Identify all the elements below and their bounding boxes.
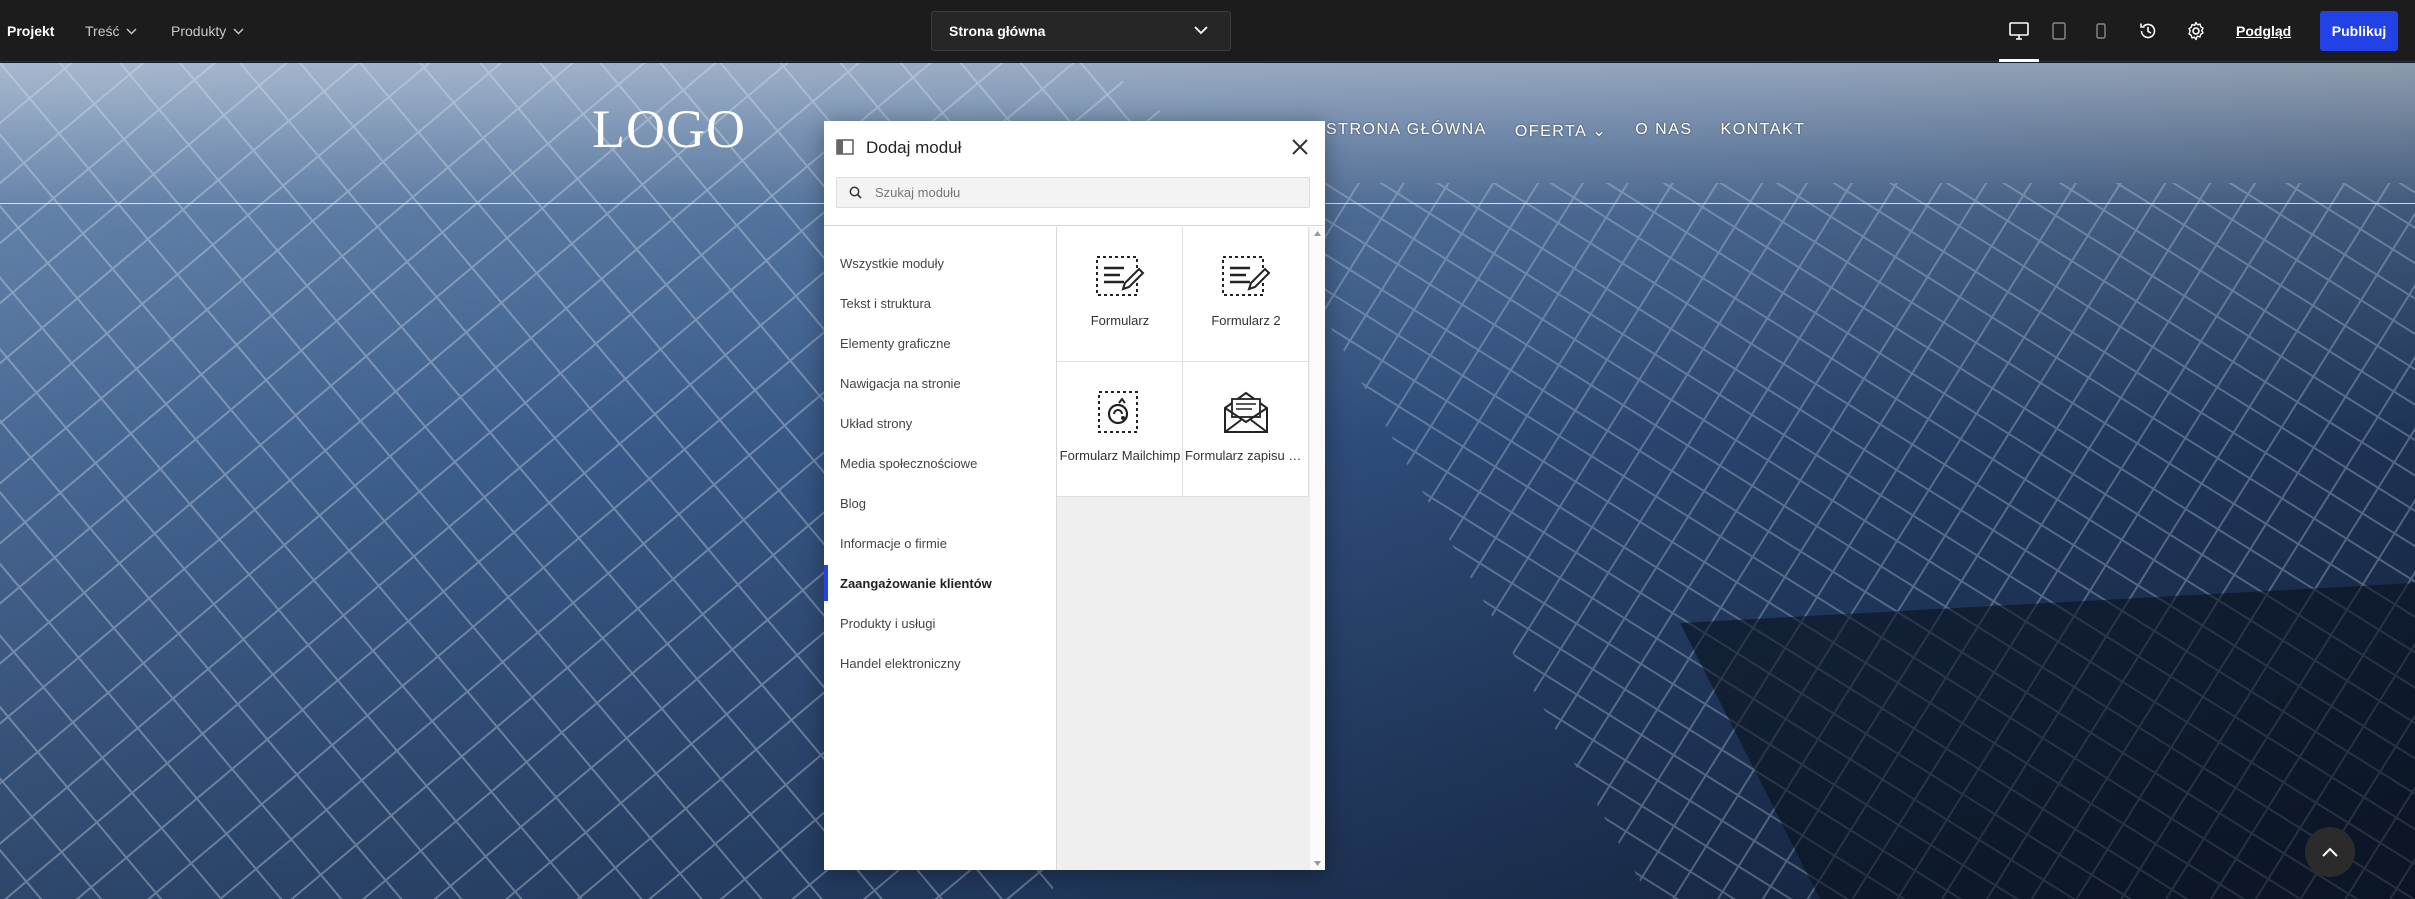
chevron-down-icon [233,28,244,34]
close-icon[interactable] [1288,135,1312,159]
gear-icon [2188,21,2204,41]
desktop-icon [2009,22,2029,40]
envelope-icon [1224,391,1268,433]
category-page-layout[interactable]: Układ strony [824,403,1056,443]
nav-item-offer[interactable]: OFERTA ⌄ [1515,121,1607,141]
publish-button[interactable]: Publikuj [2320,11,2398,51]
search-box [836,177,1310,208]
module-grid: Formularz Formularz 2 Formularz Mailchim… [1056,227,1310,870]
category-products-services[interactable]: Produkty i usługi [824,603,1056,643]
nav-item-home[interactable]: STRONA GŁÓWNA [1326,121,1487,141]
content-menu[interactable]: Treść [85,0,137,62]
form-edit-icon [1096,256,1145,296]
module-tile-newsletter-form[interactable]: Formularz zapisu do newslettera [1183,362,1309,497]
tablet-icon [2052,22,2066,40]
module-tile-mailchimp-form[interactable]: Formularz Mailchimp [1057,362,1183,497]
search-icon [849,186,862,199]
category-ecommerce[interactable]: Handel elektroniczny [824,643,1056,683]
module-tile-form-2[interactable]: Formularz 2 [1183,227,1309,362]
tablet-view-button[interactable] [2039,0,2079,62]
module-tile-label: Formularz 2 [1211,313,1281,328]
add-module-dialog: Dodaj moduł Wszystkie moduły Tekst i str… [824,121,1325,870]
module-tile-label: Formularz zapisu do newslettera [1185,448,1309,463]
chevron-down-icon [1194,26,1208,35]
search-input[interactable] [875,178,1295,207]
mobile-view-button[interactable] [2081,0,2121,62]
category-text-structure[interactable]: Tekst i struktura [824,283,1056,323]
project-menu[interactable]: Projekt [7,0,54,62]
category-list: Wszystkie moduły Tekst i struktura Eleme… [824,227,1056,870]
scroll-to-top-button[interactable] [2305,827,2355,877]
page-selector-value: Strona główna [949,23,1046,39]
top-toolbar: Projekt Treść Produkty Strona główna Pod… [0,0,2415,62]
site-logo[interactable]: LOGO [592,98,746,160]
page-selector[interactable]: Strona główna [931,11,1231,51]
panel-icon [836,139,854,155]
chevron-up-icon [2322,847,2338,857]
mailchimp-icon [1098,391,1138,433]
module-tile-form[interactable]: Formularz [1057,227,1183,362]
category-all-modules[interactable]: Wszystkie moduły [824,243,1056,283]
scroll-down-icon[interactable] [1314,861,1321,866]
site-nav: STRONA GŁÓWNA OFERTA ⌄ O NAS KONTAKT [1326,121,1833,141]
category-graphic-elements[interactable]: Elementy graficzne [824,323,1056,363]
desktop-view-button[interactable] [1999,0,2039,62]
form-edit-icon [1222,256,1271,296]
nav-item-about[interactable]: O NAS [1635,121,1692,141]
dialog-header: Dodaj moduł [824,121,1325,226]
history-icon [2140,23,2156,39]
settings-button[interactable] [2176,0,2216,62]
products-menu-label: Produkty [171,23,227,39]
category-page-navigation[interactable]: Nawigacja na stronie [824,363,1056,403]
category-blog[interactable]: Blog [824,483,1056,523]
preview-link[interactable]: Podgląd [2236,0,2291,62]
chevron-down-icon [126,28,137,34]
history-button[interactable] [2128,0,2168,62]
scroll-up-icon[interactable] [1314,231,1321,236]
category-social-media[interactable]: Media społecznościowe [824,443,1056,483]
module-tile-label: Formularz Mailchimp [1059,448,1181,463]
module-grid-scrollbar[interactable] [1310,227,1325,870]
dialog-title: Dodaj moduł [866,138,962,157]
category-company-info[interactable]: Informacje o firmie [824,523,1056,563]
content-menu-label: Treść [85,23,120,39]
nav-item-contact[interactable]: KONTAKT [1721,121,1806,141]
category-customer-engagement[interactable]: Zaangażowanie klientów [824,563,1056,603]
mobile-icon [2096,23,2106,39]
module-tile-label: Formularz [1090,313,1150,328]
products-menu[interactable]: Produkty [171,0,244,62]
